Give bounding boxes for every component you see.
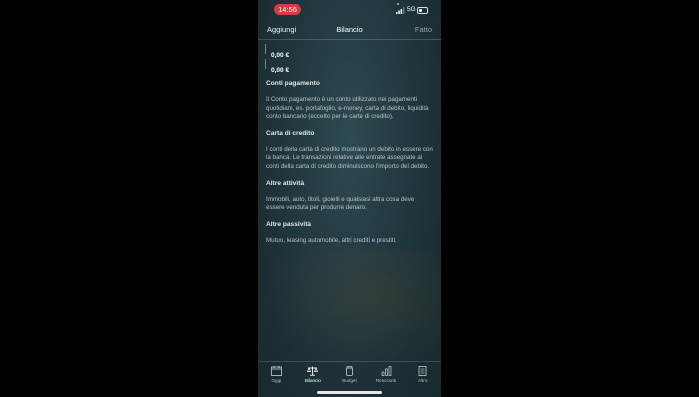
phone-screen: 14:56 5G Aggiungi Bilancio Fatto 0,00 € … (258, 0, 441, 397)
status-time: 14:56 (274, 4, 301, 15)
section-title: Carta di credito (266, 129, 315, 137)
balance-amount: 0,00 € (271, 52, 290, 59)
section-title: Altre attività (266, 179, 305, 187)
section-text: Il Conto pagamento è un conto utilizzato… (266, 96, 429, 121)
jar-icon (346, 366, 353, 376)
page-title: Bilancio (336, 25, 363, 34)
tab-label: Budget (342, 378, 357, 383)
document-icon (418, 366, 427, 376)
section-payment-accounts: Conti pagamento Il Conto pagamento è un … (266, 80, 434, 122)
section-other-assets: Altre attività Immobili, auto, titoli, g… (266, 180, 434, 213)
section-text: I conti della carta di credito mostrano … (266, 145, 433, 170)
balance-amount-row[interactable]: 0,00 € (265, 44, 289, 59)
tab-label: Altro (417, 378, 428, 383)
section-text: Immobili, auto, titoli, gioielli e quals… (266, 195, 415, 212)
home-indicator[interactable] (317, 391, 382, 394)
tab-label: Resoconti (375, 378, 397, 383)
camera-indicator-icon (397, 3, 399, 5)
section-title: Conti pagamento (266, 80, 320, 87)
network-type: 5G (407, 6, 416, 13)
done-button[interactable]: Fatto (415, 25, 432, 34)
scale-icon (307, 366, 319, 376)
navigation-bar: Aggiungi Bilancio Fatto (258, 20, 441, 40)
status-bar: 14:56 5G (258, 3, 441, 15)
tab-label: Oggi (271, 378, 282, 383)
section-text: Mutuo, leasing automobile, altri crediti… (266, 236, 397, 244)
section-title: Altre passività (266, 220, 312, 228)
account-types-info: Conti pagamento Il Conto pagamento è un … (266, 80, 434, 253)
tab-more[interactable]: Altro (405, 362, 441, 397)
tab-today[interactable]: Oggi (258, 362, 294, 397)
tab-label: Bilancio (304, 378, 321, 383)
calendar-icon (270, 366, 282, 376)
bar-chart-icon (381, 366, 391, 376)
balance-amount-row[interactable]: 0,00 € (265, 59, 289, 74)
battery-icon (417, 7, 428, 14)
signal-icon (396, 7, 405, 14)
section-credit-card: Carta di credito I conti della carta di … (266, 130, 434, 172)
section-other-liabilities: Altre passività Mutuo, leasing automobil… (266, 221, 434, 246)
balance-amount: 0,00 € (271, 67, 290, 74)
